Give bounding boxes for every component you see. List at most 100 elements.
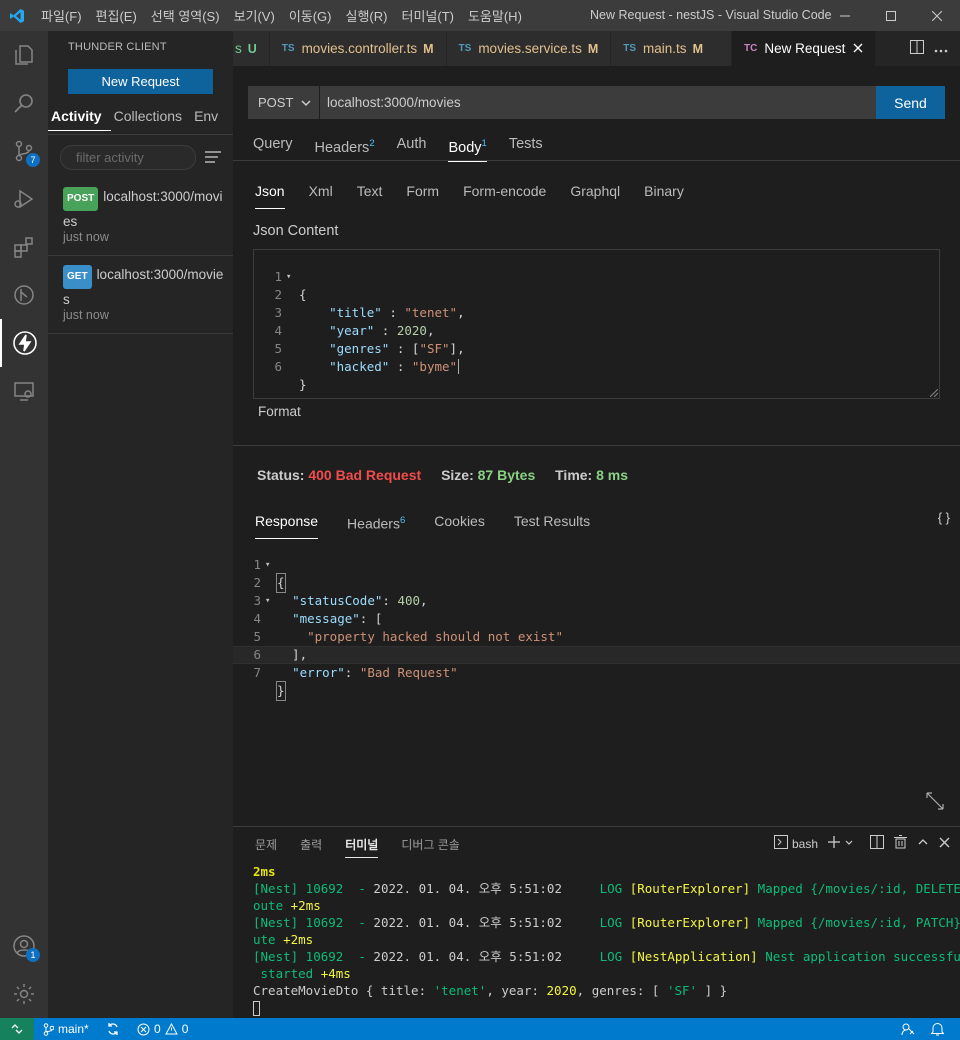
tab-problems[interactable]: 문제 xyxy=(255,836,277,858)
feedback-icon[interactable] xyxy=(901,1018,915,1040)
tab-movies-service[interactable]: TS movies.service.ts M xyxy=(446,31,612,66)
accounts-icon[interactable]: 1 xyxy=(0,922,48,970)
filter-menu-icon[interactable] xyxy=(204,149,222,165)
add-terminal-icon[interactable] xyxy=(828,836,840,851)
minimize-button[interactable] xyxy=(822,0,868,31)
thunder-client-icon[interactable] xyxy=(0,319,48,367)
typescript-icon: TS xyxy=(281,43,295,54)
chevron-up-icon[interactable] xyxy=(917,836,929,851)
tab-debug-console[interactable]: 디버그 콘솔 xyxy=(401,836,460,858)
menu-view[interactable]: 보기(V) xyxy=(227,6,282,25)
expand-icon[interactable] xyxy=(925,791,945,814)
tab-text[interactable]: Text xyxy=(357,179,383,209)
tab-response[interactable]: Response xyxy=(255,509,319,539)
branch-indicator[interactable]: main* xyxy=(43,1018,89,1040)
tab-form[interactable]: Form xyxy=(406,179,439,209)
tab-activity[interactable]: Activity xyxy=(48,103,111,131)
split-terminal-icon[interactable] xyxy=(870,835,884,852)
size-value: 87 Bytes xyxy=(477,467,536,483)
json-body-editor[interactable]: 1 ▾ { 2 "title" : "tenet", 3 "year" : 202… xyxy=(253,249,940,399)
more-actions-icon[interactable] xyxy=(934,41,948,56)
divider xyxy=(48,134,233,135)
terminal-output[interactable]: 2ms [Nest] 10692 - 2022. 01. 04. 오후 5:51… xyxy=(253,863,960,1016)
search-icon[interactable] xyxy=(0,79,48,127)
remote-explorer-icon[interactable] xyxy=(0,367,48,415)
notifications-bell-icon[interactable] xyxy=(931,1018,944,1040)
time-value: 8 ms xyxy=(596,467,629,483)
activity-item[interactable]: GET localhost:3000/movies just now xyxy=(48,256,233,334)
run-debug-icon[interactable] xyxy=(0,175,48,223)
sync-icon[interactable] xyxy=(106,1018,120,1040)
menu-go[interactable]: 이동(G) xyxy=(282,6,339,25)
tab-form-encode[interactable]: Form-encode xyxy=(463,179,546,209)
tab-json[interactable]: Json xyxy=(255,179,285,209)
resize-handle-icon[interactable] xyxy=(930,389,938,397)
tab-cookies[interactable]: Cookies xyxy=(434,509,485,539)
tab-env[interactable]: Env xyxy=(191,103,227,131)
explorer-icon[interactable] xyxy=(0,31,48,79)
menu-terminal[interactable]: 터미널(T) xyxy=(394,6,460,25)
chevron-down-icon xyxy=(300,97,312,112)
tab-movies-controller[interactable]: TS movies.controller.ts M xyxy=(269,31,447,66)
close-window-button[interactable] xyxy=(914,0,960,31)
terminal-shell-name[interactable]: bash xyxy=(792,837,818,851)
warning-icon xyxy=(164,1023,178,1035)
error-count: 0 xyxy=(154,1022,161,1036)
body-count: 1 xyxy=(481,138,487,149)
tab-binary[interactable]: Binary xyxy=(644,179,684,209)
tab-partial[interactable]: s U xyxy=(233,31,270,66)
braces-icon[interactable]: { } xyxy=(938,510,950,525)
maximize-button[interactable] xyxy=(868,0,914,31)
tab-xml[interactable]: Xml xyxy=(309,179,333,209)
problems-indicator[interactable]: 0 0 xyxy=(137,1018,188,1040)
tab-graphql[interactable]: Graphql xyxy=(570,179,620,209)
remote-indicator-icon[interactable] xyxy=(0,1018,34,1040)
menu-file[interactable]: 파일(F) xyxy=(34,6,89,25)
format-button[interactable]: Format xyxy=(258,404,301,419)
current-line-highlight xyxy=(233,646,960,664)
tab-query[interactable]: Query xyxy=(253,132,293,162)
trash-icon[interactable] xyxy=(894,835,907,852)
status-label: Status: xyxy=(257,467,305,483)
tab-body[interactable]: Body1 xyxy=(448,132,488,162)
method-badge-get: GET xyxy=(63,265,92,289)
tab-auth[interactable]: Auth xyxy=(397,132,427,162)
tab-headers[interactable]: Headers2 xyxy=(315,132,375,162)
code-line: 6 "error": "Bad Request" xyxy=(253,647,458,680)
menu-help[interactable]: 도움말(H) xyxy=(461,6,529,25)
tab-new-request[interactable]: TC New Request xyxy=(731,31,877,66)
extensions-icon[interactable] xyxy=(0,223,48,271)
method-value: POST xyxy=(258,95,294,110)
status-bar: main* 0 0 xyxy=(0,1018,960,1040)
tab-test-results[interactable]: Test Results xyxy=(514,509,590,539)
url-input[interactable]: localhost:3000/movies xyxy=(319,86,876,119)
tab-tests[interactable]: Tests xyxy=(509,132,543,162)
send-button[interactable]: Send xyxy=(876,86,945,119)
source-control-icon[interactable]: 7 xyxy=(0,127,48,175)
vscode-logo-icon xyxy=(0,0,34,31)
new-request-button[interactable]: New Request xyxy=(68,69,213,94)
modified-indicator: M xyxy=(423,41,434,56)
editor-tab-bar: s U TS movies.controller.ts M TS movies.… xyxy=(233,31,960,66)
tab-response-headers[interactable]: Headers6 xyxy=(347,509,405,539)
tab-terminal[interactable]: 터미널 xyxy=(345,836,379,858)
split-editor-icon[interactable] xyxy=(910,40,924,57)
close-icon[interactable] xyxy=(853,41,863,56)
tab-main[interactable]: TS main.ts M xyxy=(611,31,732,66)
tab-collections[interactable]: Collections xyxy=(111,103,191,131)
tab-output[interactable]: 출력 xyxy=(300,836,322,858)
git-graph-icon[interactable] xyxy=(0,271,48,319)
filter-activity-input[interactable]: filter activity xyxy=(60,145,196,170)
close-icon[interactable] xyxy=(939,837,950,851)
chevron-down-icon[interactable] xyxy=(844,837,854,851)
menu-run[interactable]: 실행(R) xyxy=(339,6,395,25)
panel-tabs: 문제 출력 터미널 디버그 콘솔 xyxy=(255,836,483,858)
activity-item[interactable]: POST localhost:3000/movies just now xyxy=(48,178,233,256)
method-badge-post: POST xyxy=(63,187,99,211)
menu-edit[interactable]: 편집(E) xyxy=(89,6,144,25)
settings-gear-icon[interactable] xyxy=(0,970,48,1018)
bottom-panel: 문제 출력 터미널 디버그 콘솔 bash 2ms [Nest] 10692 -… xyxy=(233,826,960,1018)
terminal-cursor xyxy=(253,1001,260,1016)
menu-selection[interactable]: 선택 영역(S) xyxy=(144,6,227,25)
method-select[interactable]: POST xyxy=(248,86,319,119)
